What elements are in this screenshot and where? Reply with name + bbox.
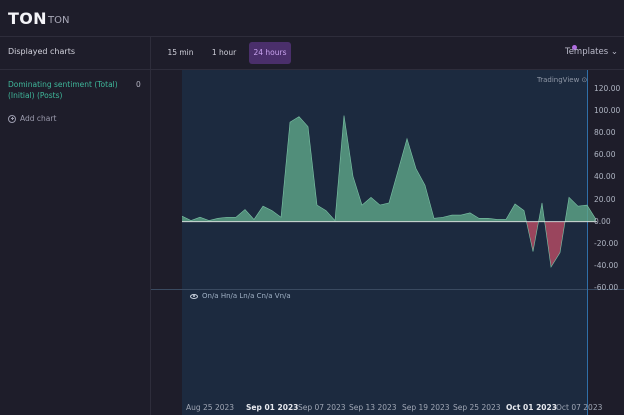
x-tick-label: Sep 07 2023 bbox=[298, 403, 346, 412]
positive-area bbox=[182, 115, 596, 222]
y-tick-label: -60.00 bbox=[594, 283, 619, 292]
y-tick-label: 0.00 bbox=[594, 216, 611, 226]
y-tick-label: -40.00 bbox=[594, 260, 619, 270]
negative-area bbox=[182, 221, 596, 267]
x-tick-label: Sep 25 2023 bbox=[453, 403, 501, 412]
x-tick-label: Aug 25 2023 bbox=[186, 403, 235, 412]
pane2-legend: On/a Hn/a Ln/a Cn/a Vn/a bbox=[190, 292, 291, 300]
tradingview-watermark: TradingView ⊙ bbox=[537, 76, 587, 84]
y-tick-label: 80.00 bbox=[594, 128, 616, 138]
settings-icon: ⊙ bbox=[581, 76, 588, 84]
y-tick-label: -20.00 bbox=[594, 238, 619, 248]
sentiment-area bbox=[181, 115, 597, 268]
pane2-legend-text: On/a Hn/a Ln/a Cn/a Vn/a bbox=[202, 292, 291, 300]
y-tick-label: 40.00 bbox=[594, 172, 616, 182]
x-tick-label: Oct 07 2023 bbox=[556, 403, 603, 412]
eye-icon[interactable] bbox=[190, 293, 198, 299]
chart-svg bbox=[151, 70, 624, 415]
y-tick-label: 60.00 bbox=[594, 150, 616, 160]
x-tick-label: Oct 01 2023 bbox=[506, 403, 557, 412]
y-tick-label: 20.00 bbox=[594, 194, 616, 204]
x-tick-label: Sep 01 2023 bbox=[246, 403, 299, 412]
tradingview-label: TradingView bbox=[537, 76, 580, 84]
x-tick-label: Sep 13 2023 bbox=[349, 403, 397, 412]
y-tick-label: 120.00 bbox=[594, 84, 621, 93]
y-tick-label: 100.00 bbox=[594, 106, 621, 116]
x-tick-label: Sep 19 2023 bbox=[402, 403, 450, 412]
